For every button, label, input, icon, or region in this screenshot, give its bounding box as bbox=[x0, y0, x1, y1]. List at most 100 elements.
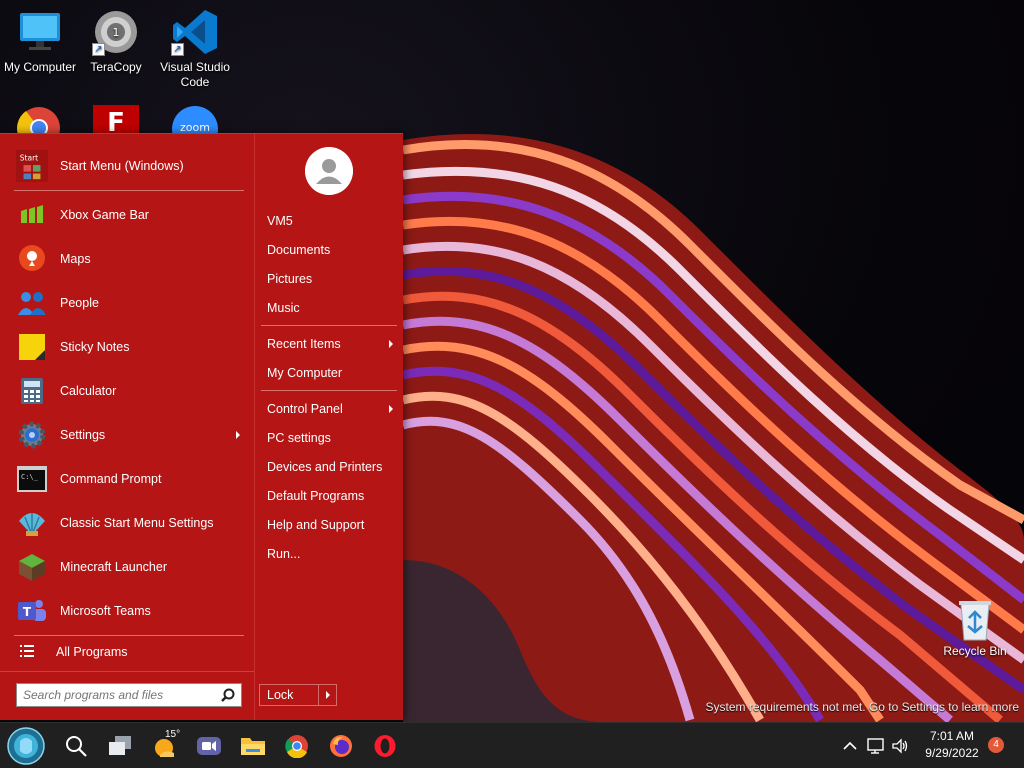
svg-text:F: F bbox=[107, 108, 125, 135]
gear-icon bbox=[16, 419, 48, 451]
separator bbox=[14, 635, 244, 636]
minecraft-block-icon bbox=[16, 551, 48, 583]
submenu-arrow-icon bbox=[389, 405, 393, 413]
task-view-button[interactable] bbox=[98, 723, 142, 768]
desktop-icon-recycle-bin[interactable]: Recycle Bin bbox=[940, 598, 1010, 658]
app-label: Start Menu (Windows) bbox=[60, 159, 184, 173]
default-programs-link[interactable]: Default Programs bbox=[267, 485, 395, 507]
chevron-up-icon bbox=[843, 741, 857, 750]
app-label: Settings bbox=[60, 428, 106, 442]
app-label: Classic Start Menu Settings bbox=[60, 516, 214, 530]
start-orb-icon bbox=[7, 727, 45, 765]
documents-link[interactable]: Documents bbox=[267, 239, 395, 261]
app-sticky-notes[interactable]: Sticky Notes bbox=[10, 325, 246, 369]
search-icon[interactable] bbox=[221, 688, 235, 705]
desktop-icon-label: Recycle Bin bbox=[943, 644, 1007, 658]
start-button[interactable] bbox=[4, 723, 48, 768]
app-microsoft-teams[interactable]: T Microsoft Teams bbox=[10, 589, 246, 633]
desktop-icon-vscode[interactable]: ↗ Visual Studio Code bbox=[155, 8, 235, 90]
xbox-game-bar-icon bbox=[16, 199, 48, 231]
opera-icon bbox=[374, 735, 396, 757]
svg-text:C:\_: C:\_ bbox=[21, 473, 39, 481]
app-label: Xbox Game Bar bbox=[60, 208, 149, 222]
app-label: People bbox=[60, 296, 99, 310]
control-panel-link[interactable]: Control Panel bbox=[267, 398, 395, 420]
volume-icon bbox=[892, 738, 908, 754]
people-icon bbox=[16, 287, 48, 319]
run-link[interactable]: Run... bbox=[267, 543, 395, 565]
chrome-icon bbox=[285, 735, 308, 758]
search-field[interactable] bbox=[16, 683, 242, 707]
opera-taskbar-button[interactable] bbox=[363, 723, 407, 768]
app-classic-start-settings[interactable]: Classic Start Menu Settings bbox=[10, 501, 246, 545]
devices-printers-link[interactable]: Devices and Printers bbox=[267, 456, 395, 478]
start-menu-programs: Start Start Menu (Windows) Xbox Game Bar bbox=[0, 134, 254, 720]
weather-widget-button[interactable]: 15° bbox=[143, 723, 187, 768]
network-icon bbox=[867, 738, 884, 754]
user-avatar[interactable] bbox=[305, 147, 353, 195]
separator bbox=[261, 390, 397, 391]
app-label: Microsoft Teams bbox=[60, 604, 151, 618]
desktop-icon-my-computer[interactable]: My Computer bbox=[0, 8, 80, 75]
svg-text:1: 1 bbox=[113, 26, 120, 39]
seashell-icon bbox=[16, 507, 48, 539]
clock[interactable]: 7:01 AM 9/29/2022 bbox=[920, 728, 984, 762]
music-link[interactable]: Music bbox=[267, 297, 395, 319]
show-hidden-icons-button[interactable] bbox=[840, 736, 860, 756]
recycle-bin-icon bbox=[955, 598, 995, 642]
desktop-icon-teracopy[interactable]: 1 ↗ TeraCopy bbox=[76, 8, 156, 75]
vscode-icon: ↗ bbox=[171, 8, 219, 56]
recent-items-link[interactable]: Recent Items bbox=[267, 333, 395, 355]
chevron-right-icon bbox=[326, 691, 330, 699]
notification-badge[interactable]: 4 bbox=[988, 737, 1004, 753]
search-button[interactable] bbox=[54, 723, 98, 768]
start-menu-windows-item[interactable]: Start Start Menu (Windows) bbox=[10, 144, 246, 188]
lock-label: Lock bbox=[267, 688, 294, 702]
app-maps[interactable]: Maps bbox=[10, 237, 246, 281]
start-menu-app-icon: Start bbox=[16, 150, 48, 182]
app-people[interactable]: People bbox=[10, 281, 246, 325]
app-xbox-game-bar[interactable]: Xbox Game Bar bbox=[10, 193, 246, 237]
app-calculator[interactable]: Calculator bbox=[10, 369, 246, 413]
calculator-icon bbox=[16, 375, 48, 407]
clock-date: 9/29/2022 bbox=[925, 746, 979, 760]
separator bbox=[14, 190, 244, 191]
separator bbox=[261, 325, 397, 326]
chrome-taskbar-button[interactable] bbox=[275, 723, 319, 768]
control-panel-label: Control Panel bbox=[267, 402, 343, 416]
separator bbox=[0, 671, 254, 672]
shortcut-arrow-icon: ↗ bbox=[92, 43, 105, 56]
help-support-link[interactable]: Help and Support bbox=[267, 514, 395, 536]
submenu-arrow-icon bbox=[236, 431, 240, 439]
file-explorer-button[interactable] bbox=[231, 723, 275, 768]
pictures-link[interactable]: Pictures bbox=[267, 268, 395, 290]
lock-button[interactable]: Lock bbox=[259, 684, 337, 706]
svg-text:Start: Start bbox=[20, 153, 38, 162]
all-programs-label: All Programs bbox=[56, 645, 128, 659]
teams-chat-button[interactable] bbox=[187, 723, 231, 768]
search-icon bbox=[66, 736, 87, 757]
app-minecraft-launcher[interactable]: Minecraft Launcher bbox=[10, 545, 246, 589]
monitor-icon bbox=[16, 8, 64, 56]
search-input[interactable] bbox=[23, 688, 217, 702]
my-computer-link[interactable]: My Computer bbox=[267, 362, 395, 384]
all-programs-button[interactable]: All Programs bbox=[10, 641, 246, 663]
start-menu-places: VM5 Documents Pictures Music Recent Item… bbox=[254, 134, 403, 720]
app-settings[interactable]: Settings bbox=[10, 413, 246, 457]
video-chat-icon bbox=[197, 737, 221, 755]
start-menu: Start Start Menu (Windows) Xbox Game Bar bbox=[0, 133, 403, 720]
activation-watermark: System requirements not met. Go to Setti… bbox=[705, 700, 1019, 714]
pc-settings-link[interactable]: PC settings bbox=[267, 427, 395, 449]
app-command-prompt[interactable]: C:\_ Command Prompt bbox=[10, 457, 246, 501]
app-label: Minecraft Launcher bbox=[60, 560, 168, 574]
shortcut-arrow-icon: ↗ bbox=[171, 43, 184, 56]
network-tray-button[interactable] bbox=[866, 736, 886, 756]
desktop-icon-label: TeraCopy bbox=[90, 60, 142, 74]
svg-text:T: T bbox=[23, 605, 32, 619]
firefox-taskbar-button[interactable] bbox=[319, 723, 363, 768]
recent-items-label: Recent Items bbox=[267, 337, 341, 351]
user-folder-link[interactable]: VM5 bbox=[267, 210, 395, 232]
app-label: Calculator bbox=[60, 384, 117, 398]
volume-tray-button[interactable] bbox=[890, 736, 910, 756]
lock-options-button[interactable] bbox=[318, 685, 336, 705]
